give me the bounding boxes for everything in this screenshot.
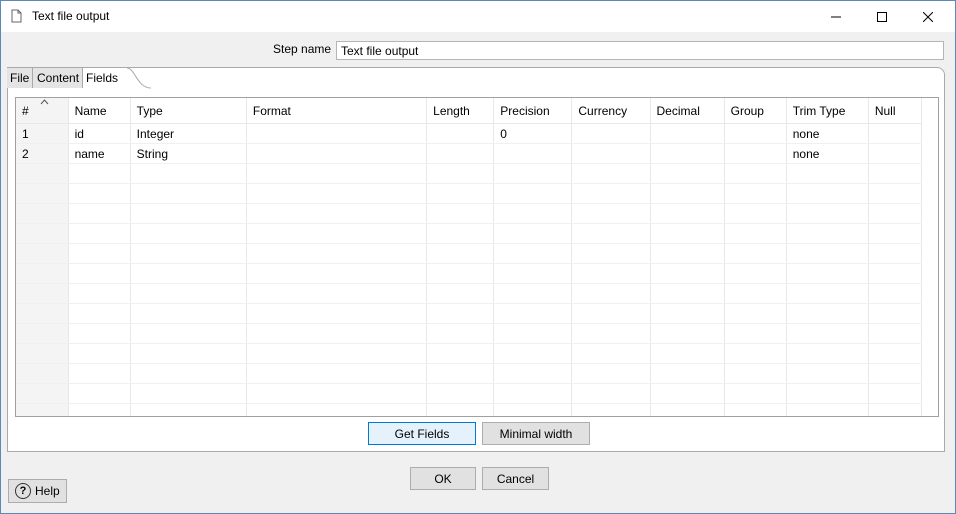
empty-row[interactable]	[16, 283, 923, 304]
empty-row[interactable]	[16, 163, 923, 184]
table-row[interactable]: 2 name String none	[16, 143, 923, 164]
cell-null[interactable]	[868, 123, 923, 144]
step-name-label: Step name	[273, 42, 332, 56]
close-icon	[923, 11, 933, 22]
tab-content[interactable]: Content	[33, 68, 83, 88]
close-button[interactable]	[905, 1, 951, 32]
empty-row[interactable]	[16, 223, 923, 244]
empty-row[interactable]	[16, 303, 923, 324]
column-header-length[interactable]: Length	[426, 98, 495, 124]
empty-row[interactable]	[16, 183, 923, 204]
question-circle-icon: ?	[15, 483, 31, 499]
maximize-icon	[877, 11, 887, 22]
cell-currency[interactable]	[571, 143, 651, 164]
minimize-icon	[831, 16, 841, 17]
minimize-button[interactable]	[813, 1, 859, 32]
cell-format[interactable]	[246, 123, 428, 144]
header-row: # Name Type Format Length Precision Curr…	[16, 98, 923, 124]
cell-type[interactable]: String	[130, 143, 247, 164]
step-name-input[interactable]	[336, 41, 944, 60]
maximize-button[interactable]	[859, 1, 905, 32]
column-header-trim-type[interactable]: Trim Type	[786, 98, 869, 124]
cell-decimal[interactable]	[650, 143, 725, 164]
column-header-currency[interactable]: Currency	[571, 98, 651, 124]
ok-button[interactable]: OK	[410, 467, 476, 490]
cell-precision[interactable]	[493, 143, 573, 164]
empty-row[interactable]	[16, 403, 923, 416]
tab-file[interactable]: File	[7, 68, 33, 88]
help-button[interactable]: ? Help	[8, 479, 67, 503]
cell-length[interactable]	[426, 143, 495, 164]
empty-row[interactable]	[16, 383, 923, 404]
cell-length[interactable]	[426, 123, 495, 144]
row-index: 2	[16, 143, 69, 164]
column-header-name[interactable]: Name	[68, 98, 131, 124]
empty-row[interactable]	[16, 323, 923, 344]
cell-type[interactable]: Integer	[130, 123, 247, 144]
minimal-width-button[interactable]: Minimal width	[482, 422, 590, 445]
title-bar: Text file output	[1, 1, 955, 32]
document-icon	[11, 9, 22, 23]
empty-row[interactable]	[16, 243, 923, 264]
column-header-group[interactable]: Group	[724, 98, 787, 124]
get-fields-button[interactable]: Get Fields	[368, 422, 476, 445]
window-title: Text file output	[32, 9, 110, 23]
cancel-button[interactable]: Cancel	[482, 467, 549, 490]
cell-null[interactable]	[868, 143, 923, 164]
cell-name[interactable]: name	[68, 143, 131, 164]
empty-row[interactable]	[16, 263, 923, 284]
column-header-decimal[interactable]: Decimal	[650, 98, 725, 124]
dialog-window: Text file output Step name File Content	[0, 0, 956, 514]
table-row[interactable]: 1 id Integer 0 none	[16, 123, 923, 144]
tab-curve	[127, 68, 151, 89]
cell-group[interactable]	[724, 143, 787, 164]
sort-caret-icon	[40, 99, 49, 105]
cell-decimal[interactable]	[650, 123, 725, 144]
cell-trim-type[interactable]: none	[786, 123, 869, 144]
cell-format[interactable]	[246, 143, 428, 164]
cell-group[interactable]	[724, 123, 787, 144]
grid-body: 1 id Integer 0 none 2 name String none	[16, 123, 923, 416]
column-header-format[interactable]: Format	[246, 98, 428, 124]
tab-file-label: File	[10, 71, 30, 85]
empty-row[interactable]	[16, 363, 923, 384]
cell-currency[interactable]	[571, 123, 651, 144]
column-header-precision[interactable]: Precision	[493, 98, 573, 124]
row-index: 1	[16, 123, 69, 144]
column-header-type[interactable]: Type	[130, 98, 247, 124]
fields-grid[interactable]: # Name Type Format Length Precision Curr…	[15, 97, 939, 417]
tab-content-label: Content	[37, 71, 80, 85]
help-label: Help	[35, 484, 60, 498]
column-header-null[interactable]: Null	[868, 98, 923, 124]
empty-row[interactable]	[16, 203, 923, 224]
cell-name[interactable]: id	[68, 123, 131, 144]
tab-fields-label: Fields	[86, 71, 119, 85]
fields-table: # Name Type Format Length Precision Curr…	[16, 98, 923, 416]
cell-trim-type[interactable]: none	[786, 143, 869, 164]
empty-row[interactable]	[16, 343, 923, 364]
cell-precision[interactable]: 0	[493, 123, 573, 144]
